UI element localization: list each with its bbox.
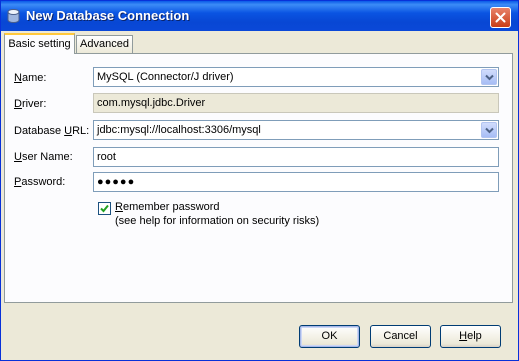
user-name-label: User Name: [14, 151, 73, 163]
database-url-combobox[interactable]: jdbc:mysql://localhost:3306/mysql [93, 120, 499, 140]
remember-password-checkbox[interactable] [98, 202, 111, 215]
name-combobox[interactable]: MySQL (Connector/J driver) [93, 67, 499, 87]
checkmark-icon [100, 204, 109, 213]
database-url-label: Database URL: [14, 125, 90, 137]
close-icon [495, 12, 506, 23]
cancel-button[interactable]: Cancel [370, 325, 431, 348]
remember-password-label[interactable]: Remember password [115, 201, 220, 213]
driver-label: Driver: [14, 98, 47, 110]
ok-button[interactable]: OK [299, 325, 360, 348]
chevron-down-icon [485, 74, 494, 81]
dialog-window: New Database Connection Basic setting Ad… [0, 0, 519, 361]
title-bar[interactable]: New Database Connection [1, 1, 518, 31]
password-input[interactable]: ●●●●● [93, 172, 499, 192]
password-value: ●●●●● [97, 176, 136, 188]
chevron-down-icon [485, 127, 494, 134]
user-name-input[interactable]: root [93, 147, 499, 167]
password-label: Password: [14, 176, 66, 188]
name-dropdown-button[interactable] [481, 69, 497, 85]
window-title: New Database Connection [26, 8, 190, 23]
name-value: MySQL (Connector/J driver) [97, 71, 234, 83]
database-icon [7, 9, 20, 23]
user-name-value: root [97, 151, 116, 163]
driver-field: com.mysql.jdbc.Driver [93, 93, 499, 113]
name-label: Name: [14, 72, 47, 84]
driver-value: com.mysql.jdbc.Driver [97, 97, 206, 109]
close-button[interactable] [490, 7, 511, 28]
tab-basic-setting[interactable]: Basic setting [4, 33, 75, 54]
database-url-value: jdbc:mysql://localhost:3306/mysql [97, 124, 261, 136]
security-note: (see help for information on security ri… [115, 215, 320, 227]
help-button[interactable]: Help [440, 325, 501, 348]
database-url-dropdown-button[interactable] [481, 122, 497, 138]
tab-advanced[interactable]: Advanced [76, 35, 133, 53]
